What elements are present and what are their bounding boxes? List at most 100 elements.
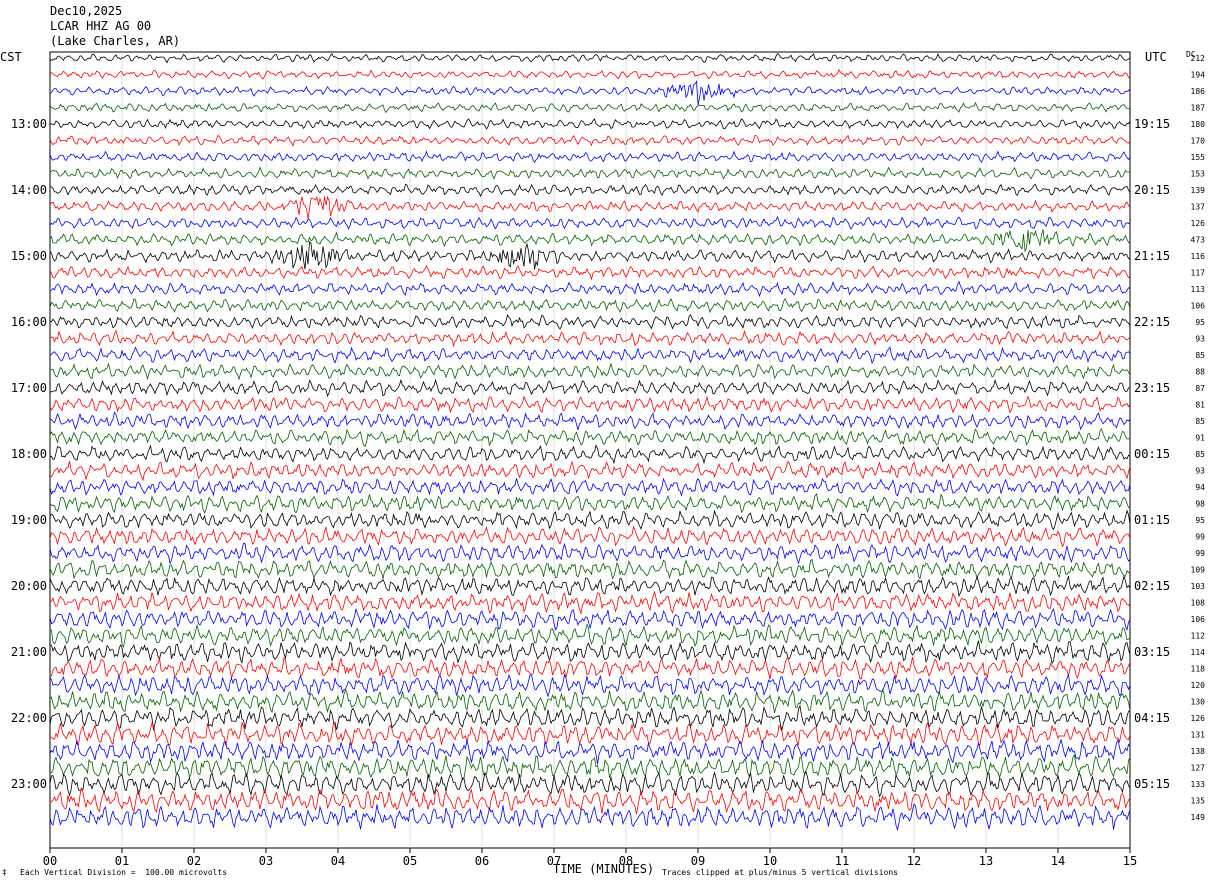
dc-offset-label: 85 bbox=[1195, 351, 1205, 360]
dc-offset-label: 135 bbox=[1191, 797, 1206, 806]
trace-line-34 bbox=[49, 590, 1131, 615]
dc-offset-label: 85 bbox=[1195, 417, 1205, 426]
dc-offset-label: 194 bbox=[1191, 71, 1206, 80]
left-hour-label: 22:00 bbox=[11, 711, 47, 725]
trace-line-3 bbox=[49, 80, 1131, 106]
dc-offset-label: 149 bbox=[1191, 813, 1206, 822]
trace-line-2 bbox=[49, 68, 1131, 80]
dc-offset-label: 106 bbox=[1191, 302, 1206, 311]
right-hour-label: 20:15 bbox=[1134, 183, 1170, 197]
dc-offset-label: 118 bbox=[1191, 665, 1206, 674]
trace-line-18 bbox=[49, 329, 1131, 348]
x-tick-label: 00 bbox=[43, 854, 57, 868]
right-hour-label: 01:15 bbox=[1134, 513, 1170, 527]
x-tick-label: 11 bbox=[835, 854, 849, 868]
dc-offset-label: 137 bbox=[1191, 203, 1206, 212]
trace-line-23 bbox=[49, 411, 1131, 431]
footer-mark: ‡ bbox=[2, 868, 7, 877]
trace-line-6 bbox=[49, 134, 1131, 147]
dc-offset-label: 133 bbox=[1191, 780, 1206, 789]
left-hour-label: 16:00 bbox=[11, 315, 47, 329]
left-hour-label: 20:00 bbox=[11, 579, 47, 593]
trace-line-14 bbox=[49, 265, 1131, 281]
dc-offset-label: 139 bbox=[1191, 186, 1206, 195]
trace-line-16 bbox=[49, 297, 1131, 314]
seismogram-chart: 00 01 02 03 04 05 06 07 08 09 10 11 12 13 14 1521219418… bbox=[11, 51, 1206, 868]
trace-line-5 bbox=[49, 118, 1131, 130]
x-tick-label: 05 bbox=[403, 854, 417, 868]
trace-line-4 bbox=[49, 101, 1131, 114]
right-hour-label: 02:15 bbox=[1134, 579, 1170, 593]
left-hour-label: 21:00 bbox=[11, 645, 47, 659]
right-hour-label: 22:15 bbox=[1134, 315, 1170, 329]
trace-line-1 bbox=[49, 52, 1131, 64]
trace-line-29 bbox=[49, 509, 1131, 531]
dc-offset-label: 93 bbox=[1195, 467, 1205, 476]
trace-line-12 bbox=[49, 229, 1131, 253]
dc-offset-label: 95 bbox=[1195, 318, 1205, 327]
x-tick-label: 09 bbox=[691, 854, 705, 868]
trace-line-38 bbox=[49, 656, 1131, 680]
dc-offset-label: 95 bbox=[1195, 516, 1205, 525]
dc-offset-label: 112 bbox=[1191, 632, 1206, 641]
dc-offset-label: 130 bbox=[1191, 698, 1206, 707]
x-tick-label: 13 bbox=[979, 854, 993, 868]
dc-offset-label: 212 bbox=[1191, 54, 1206, 63]
left-hour-label: 13:00 bbox=[11, 117, 47, 131]
trace-line-13 bbox=[49, 240, 1131, 270]
dc-offset-label: 98 bbox=[1195, 500, 1205, 509]
dc-offset-label: 108 bbox=[1191, 599, 1206, 608]
right-hour-label: 21:15 bbox=[1134, 249, 1170, 263]
trace-line-26 bbox=[49, 460, 1131, 482]
x-tick-label: 14 bbox=[1051, 854, 1065, 868]
trace-line-28 bbox=[49, 493, 1131, 515]
dc-offset-label: 91 bbox=[1195, 434, 1205, 443]
dc-offset-label: 117 bbox=[1191, 269, 1206, 278]
x-tick-label: 12 bbox=[907, 854, 921, 868]
trace-line-30 bbox=[49, 525, 1131, 548]
dc-offset-label: 106 bbox=[1191, 615, 1206, 624]
left-hour-label: 19:00 bbox=[11, 513, 47, 527]
left-hour-label: 18:00 bbox=[11, 447, 47, 461]
plot-frame bbox=[49, 51, 1131, 849]
dc-offset-label: 94 bbox=[1195, 483, 1205, 492]
trace-line-19 bbox=[49, 346, 1131, 365]
dc-offset-label: 126 bbox=[1191, 714, 1206, 723]
footer-clip-note: Traces clipped at plus/minus 5 vertical … bbox=[662, 868, 899, 877]
trace-line-11 bbox=[49, 215, 1131, 230]
dc-offset-label: 99 bbox=[1195, 549, 1205, 558]
right-hour-label: 23:15 bbox=[1134, 381, 1170, 395]
dc-offset-label: 103 bbox=[1191, 582, 1206, 591]
trace-line-45 bbox=[49, 770, 1131, 798]
dc-offset-label: 180 bbox=[1191, 120, 1206, 129]
left-hour-label: 15:00 bbox=[11, 249, 47, 263]
right-hour-label: 19:15 bbox=[1134, 117, 1170, 131]
dc-offset-label: 187 bbox=[1191, 104, 1206, 113]
left-hour-label: 17:00 bbox=[11, 381, 47, 395]
dc-offset-label: 99 bbox=[1195, 533, 1205, 542]
trace-line-22 bbox=[49, 395, 1131, 414]
footer-scale-note: Each Vertical Division = 100.00 microvol… bbox=[20, 868, 228, 877]
x-tick-label: 02 bbox=[187, 854, 201, 868]
dc-offset-label: 120 bbox=[1191, 681, 1206, 690]
dc-offset-label: 87 bbox=[1195, 384, 1205, 393]
right-hour-label: 00:15 bbox=[1134, 447, 1170, 461]
trace-line-31 bbox=[49, 542, 1131, 565]
trace-line-33 bbox=[49, 574, 1131, 598]
left-hour-label: 23:00 bbox=[11, 777, 47, 791]
dc-offset-label: 186 bbox=[1191, 87, 1206, 96]
x-tick-label: 15 bbox=[1123, 854, 1137, 868]
dc-offset-label: 131 bbox=[1191, 731, 1206, 740]
dc-offset-label: 109 bbox=[1191, 566, 1206, 575]
trace-line-20 bbox=[50, 362, 1131, 381]
trace-line-10 bbox=[49, 195, 1131, 220]
x-tick-label: 03 bbox=[259, 854, 273, 868]
trace-line-7 bbox=[49, 150, 1131, 164]
dc-offset-label: 85 bbox=[1195, 450, 1205, 459]
dc-offset-label: 153 bbox=[1191, 170, 1206, 179]
trace-line-40 bbox=[49, 688, 1131, 714]
trace-line-39 bbox=[49, 673, 1131, 698]
dc-offset-label: 116 bbox=[1191, 252, 1206, 261]
right-hour-label: 04:15 bbox=[1134, 711, 1170, 725]
trace-line-8 bbox=[49, 166, 1131, 180]
